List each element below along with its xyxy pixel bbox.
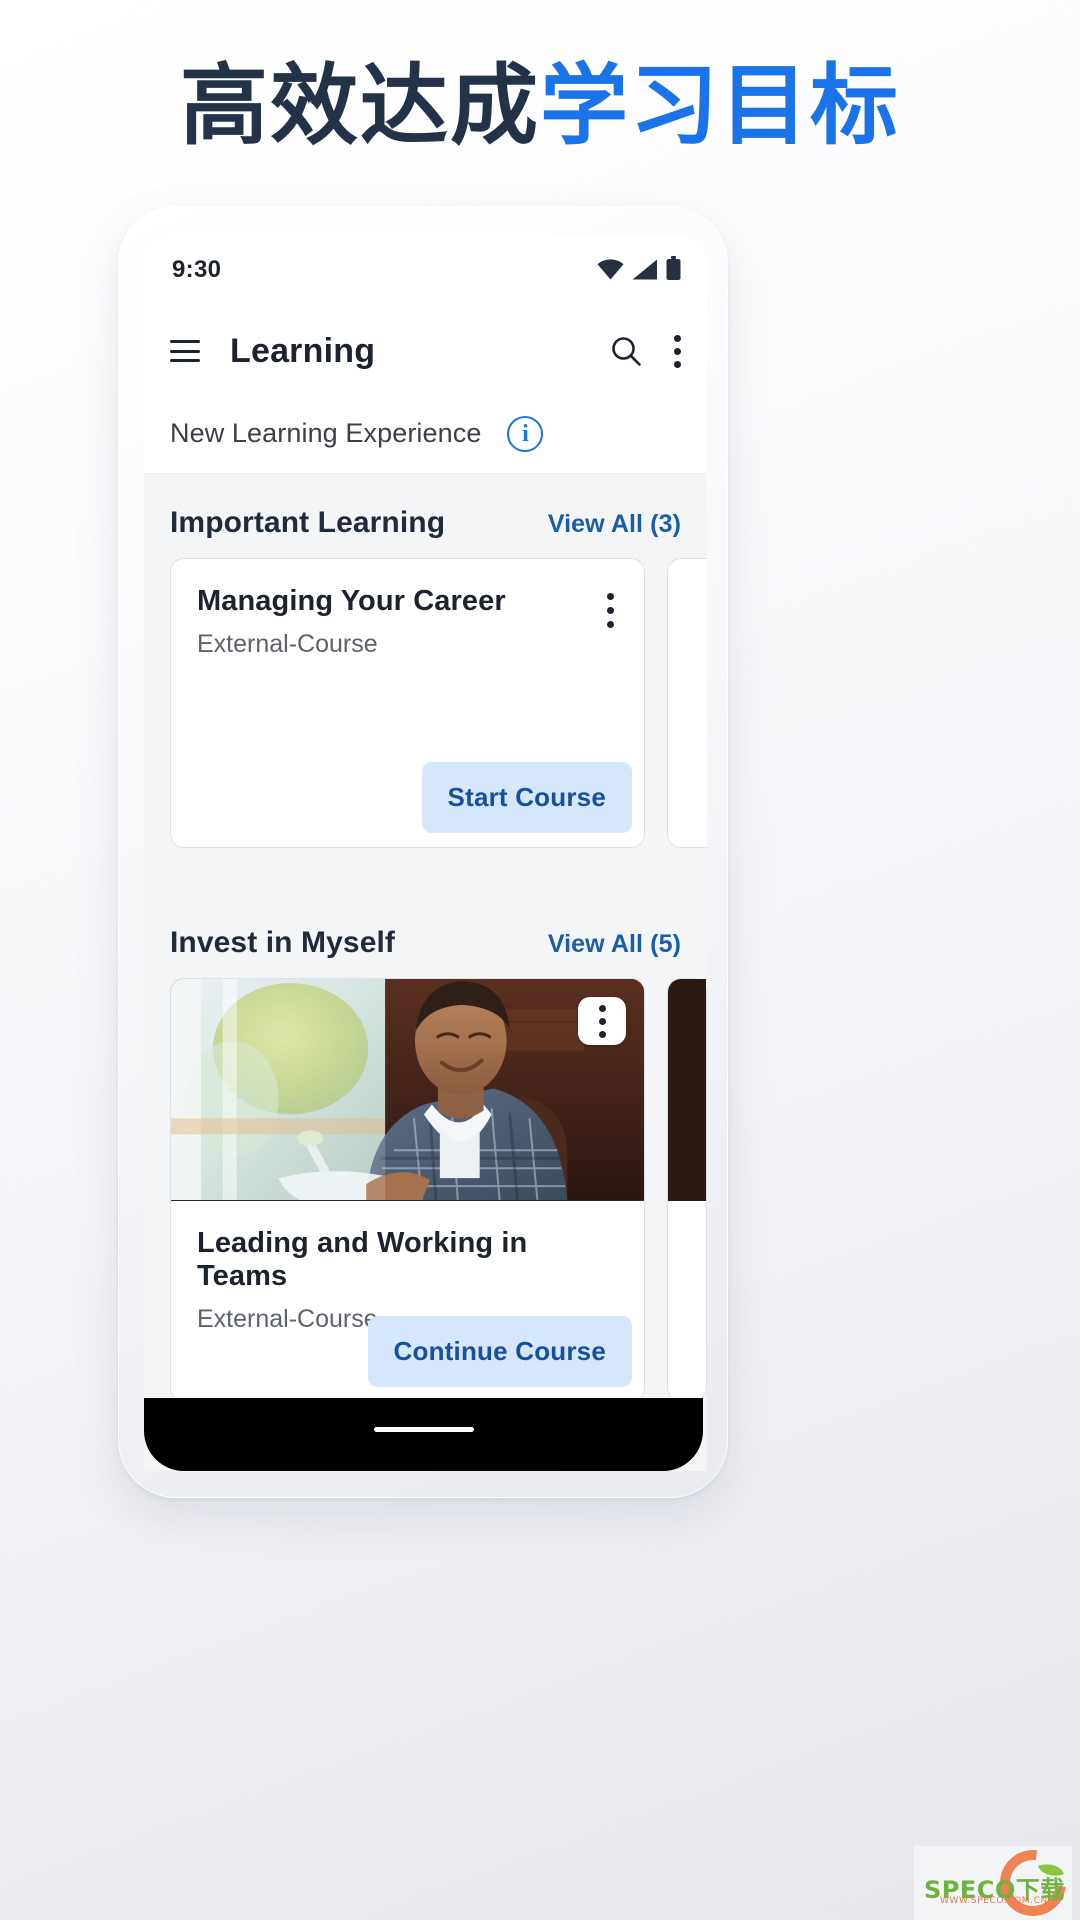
home-indicator[interactable] xyxy=(373,1427,474,1432)
wifi-icon xyxy=(597,259,624,280)
course-card[interactable]: Leading and Working in Teams External-Co… xyxy=(170,978,645,1402)
info-icon[interactable]: i xyxy=(507,415,544,452)
course-card-subtitle: External-Course xyxy=(197,630,378,658)
start-course-button[interactable]: Start Course xyxy=(421,762,632,833)
status-bar: 9:30 xyxy=(144,234,707,308)
watermark-url: WWW.SPECO.COM.CN xyxy=(940,1896,1048,1906)
course-card-overflow-button[interactable] xyxy=(578,997,626,1045)
course-card-title: Managing Your Career xyxy=(197,585,506,617)
status-time: 9:30 xyxy=(172,256,222,283)
search-icon xyxy=(612,337,641,366)
overflow-menu-icon xyxy=(674,360,681,368)
section-header-invest-in-myself: Invest in Myself View All (5) xyxy=(144,848,707,978)
cellular-signal-icon xyxy=(632,259,657,280)
overflow-menu-icon xyxy=(598,1017,606,1025)
view-all-link[interactable]: View All (3) xyxy=(548,510,681,539)
app-bar: Learning xyxy=(144,308,707,394)
overflow-menu-button[interactable] xyxy=(674,334,681,368)
course-card[interactable]: Managing Your Career External-Course Sta… xyxy=(170,558,645,848)
course-card-next-peek[interactable] xyxy=(667,558,707,848)
overflow-menu-icon xyxy=(674,334,681,342)
carousel-invest-in-myself[interactable]: Leading and Working in Teams External-Co… xyxy=(144,978,707,1402)
headline-blue-text: 学习目标 xyxy=(540,56,901,155)
new-learning-experience-row: New Learning Experience i xyxy=(144,394,707,474)
continue-course-button[interactable]: Continue Course xyxy=(367,1316,632,1387)
content-scroll-area[interactable]: Important Learning View All (3) Managing… xyxy=(144,474,707,1471)
section-header-important-learning: Important Learning View All (3) xyxy=(144,474,707,558)
course-card-overflow-button[interactable] xyxy=(607,593,614,628)
phone-navigation-bar xyxy=(144,1398,703,1471)
battery-icon xyxy=(666,256,681,280)
page-title: Learning xyxy=(230,331,376,370)
course-card-title: Leading and Working in Teams xyxy=(197,1227,528,1292)
overflow-menu-icon xyxy=(598,1030,606,1038)
course-card-thumbnail xyxy=(171,979,644,1201)
overflow-menu-icon xyxy=(607,593,614,600)
search-button[interactable] xyxy=(610,335,642,367)
page-headline: 高效达成学习目标 xyxy=(0,56,1080,155)
course-card-next-peek[interactable] xyxy=(667,978,707,1402)
section-title: Invest in Myself xyxy=(170,926,396,959)
new-learning-experience-label: New Learning Experience xyxy=(170,418,482,448)
phone-screen: 9:30 Learning New Learning Experience i … xyxy=(144,234,1080,1471)
overflow-menu-icon xyxy=(598,1004,606,1012)
section-title: Important Learning xyxy=(170,506,446,539)
overflow-menu-icon xyxy=(674,347,681,355)
watermark: SPECO下载 WWW.SPECO.COM.CN xyxy=(914,1846,1072,1920)
hamburger-menu-icon[interactable] xyxy=(170,340,200,362)
status-icons xyxy=(597,256,681,280)
course-thumbnail-image xyxy=(171,979,644,1201)
overflow-menu-icon xyxy=(607,621,614,628)
carousel-important-learning[interactable]: Managing Your Career External-Course Sta… xyxy=(144,558,707,848)
view-all-link[interactable]: View All (5) xyxy=(548,930,681,959)
headline-dark-text: 高效达成 xyxy=(179,56,540,155)
overflow-menu-icon xyxy=(607,607,614,614)
